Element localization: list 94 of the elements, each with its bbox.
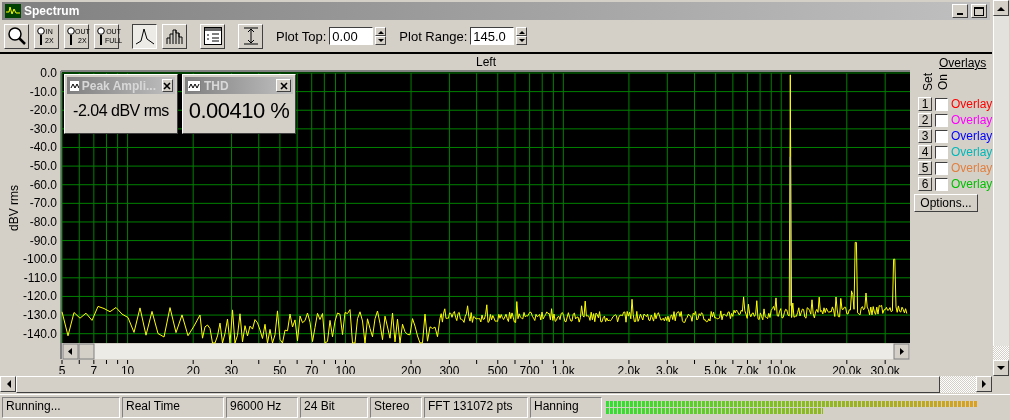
magnifier-button[interactable] [4, 23, 29, 49]
bar-chart-icon [164, 27, 185, 45]
y-tick-label: 0.0 [40, 66, 57, 80]
status-field: Running... [2, 397, 120, 418]
line-graph-button[interactable] [132, 23, 157, 49]
scrollbar-thumb[interactable] [16, 376, 940, 393]
y-tick-label: -70.0 [29, 196, 57, 211]
set-button[interactable]: 1 [918, 97, 932, 111]
options-button[interactable]: Options... [914, 194, 978, 212]
magnifier-icon [67, 26, 75, 46]
overlays-heading: Overlays [939, 56, 987, 70]
set-button[interactable]: 3 [918, 129, 932, 143]
axis-title: dBV rms [7, 185, 21, 231]
wave-icon [69, 79, 79, 92]
panel-button[interactable] [200, 23, 225, 49]
down-arrow-icon [377, 38, 384, 43]
y-tick-label: -20.0 [29, 103, 57, 118]
down-arrow-icon [518, 38, 525, 43]
close-icon [279, 81, 288, 90]
maximize-icon [974, 6, 984, 16]
close-button[interactable] [161, 79, 173, 92]
bar-graph-button[interactable] [162, 23, 187, 49]
status-field: 96000 Hz [226, 397, 298, 418]
magnifier-icon [37, 26, 45, 46]
y-tick-label: -130.0 [22, 308, 57, 323]
checkbox[interactable] [935, 161, 948, 175]
y-tick-label: -30.0 [29, 121, 57, 136]
scrollbar-track[interactable] [993, 346, 1009, 360]
readout-title: THD [204, 78, 229, 93]
checkbox[interactable] [935, 145, 948, 159]
close-button[interactable] [276, 79, 291, 92]
overlay-label: Overlay [951, 145, 993, 159]
readout-title: Peak Ampli... [81, 78, 156, 93]
checkbox[interactable] [935, 177, 948, 191]
readout-value: -2.04 dBV rms [72, 101, 170, 121]
maximize-button[interactable] [971, 4, 987, 18]
overlay-label: Overlay [951, 129, 993, 143]
down-arrow-icon [997, 365, 1005, 371]
checkbox[interactable] [935, 129, 948, 143]
y-tick-label: -120.0 [22, 289, 57, 304]
scroll-left-button[interactable] [0, 376, 16, 392]
overlay-label: Overlay [951, 161, 993, 175]
range-button[interactable] [238, 23, 263, 49]
y-tick-label: -100.0 [22, 252, 57, 267]
set-button[interactable]: 2 [918, 113, 932, 127]
scroll-up-button[interactable] [993, 0, 1009, 16]
status-field: Hanning [530, 397, 602, 418]
y-tick-label: -80.0 [29, 214, 57, 229]
column-label: On [935, 76, 951, 88]
y-tick-label: -40.0 [29, 140, 57, 155]
y-tick-label: -110.0 [23, 270, 57, 285]
field-label: Plot Range: [399, 28, 468, 44]
y-tick-label: -10.0 [29, 84, 57, 99]
scroll-right-button[interactable] [976, 376, 992, 392]
overlay-label: Overlay [951, 113, 993, 127]
set-button[interactable]: 4 [918, 145, 932, 159]
minimize-button[interactable] [952, 4, 968, 18]
checkbox[interactable] [935, 97, 948, 111]
left-arrow-icon [5, 380, 11, 388]
wave-icon [187, 79, 201, 92]
scrollbar-thumb[interactable] [993, 16, 1009, 346]
panel-icon [202, 26, 223, 46]
set-button[interactable]: 5 [918, 161, 932, 175]
number-field[interactable]: 145.0 [470, 27, 515, 45]
up-arrow-icon [377, 29, 384, 34]
number-field[interactable]: 0.00 [329, 27, 374, 45]
window-title: Spectrum [24, 4, 80, 18]
status-field: Stereo [370, 397, 422, 418]
status-field: 24 Bit [300, 397, 368, 418]
right-arrow-icon [981, 380, 987, 388]
magnifier-icon [6, 26, 27, 46]
plot-scrollbar[interactable] [62, 343, 910, 360]
y-tick-label: -50.0 [29, 159, 57, 174]
readout-value: 0.00410 % [187, 97, 291, 125]
scroll-down-button[interactable] [993, 360, 1009, 376]
up-arrow-icon [997, 5, 1005, 11]
spinner[interactable] [375, 27, 387, 45]
status-field: Real Time [122, 397, 224, 418]
spectrum-icon [5, 4, 21, 18]
overlay-label: Overlay [951, 177, 993, 191]
overlay-label: Overlay [951, 97, 993, 111]
peak-line-icon [134, 27, 155, 45]
field-label: Plot Top: [276, 28, 327, 44]
y-tick-label: -140.0 [22, 326, 57, 341]
spinner[interactable] [516, 27, 528, 45]
up-arrow-icon [518, 29, 525, 34]
set-button[interactable]: 6 [918, 177, 932, 191]
checkbox[interactable] [935, 113, 948, 127]
status-field: FFT 131072 pts [424, 397, 528, 418]
close-icon [163, 81, 172, 90]
y-tick-label: -60.0 [29, 177, 57, 192]
y-tick-label: -90.0 [29, 233, 57, 248]
channel-label: Left [476, 55, 496, 69]
magnifier-icon [97, 26, 105, 46]
